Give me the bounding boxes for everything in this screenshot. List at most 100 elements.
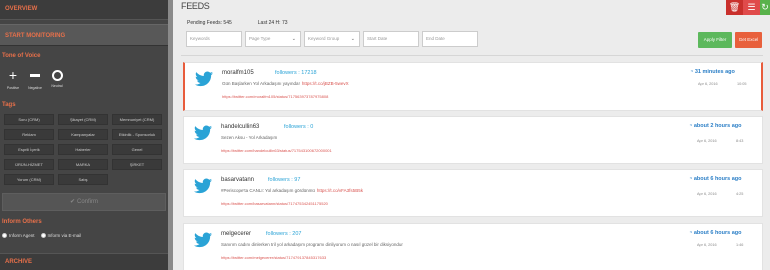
- feed-link[interactable]: https://t.co/jBZB-5wevX: [302, 81, 349, 86]
- divider: [181, 55, 763, 56]
- feed-followers: followers : 207: [266, 231, 302, 237]
- clock-icon: ◔: [690, 69, 694, 75]
- list-icon[interactable]: ☰: [743, 0, 760, 15]
- inform-agent-option[interactable]: Inform Agent: [2, 233, 35, 239]
- tag-button[interactable]: Memnuniyet (CRM): [112, 114, 162, 125]
- tone-label: Positive: [6, 86, 20, 90]
- tag-button[interactable]: Yorum (CRM): [4, 174, 54, 185]
- feed-item[interactable]: basarvatann followers : 97 #Periscope'ta…: [183, 169, 763, 217]
- filter-bar: Keywords Page Type ⌄ Keyword Group ⌄ Start…: [186, 31, 478, 47]
- tag-button[interactable]: Satış: [58, 174, 108, 185]
- apply-filter-button[interactable]: Apply Filter: [698, 32, 732, 48]
- feed-link[interactable]: https://t.co/vFA3fs5B5k: [317, 188, 363, 193]
- feed-ago: ◔ about 2 hours ago: [689, 123, 742, 129]
- page-type-select[interactable]: Page Type ⌄: [245, 31, 301, 47]
- feed-username[interactable]: basarvatann: [221, 177, 254, 183]
- sidebar: OVERVIEW START MONITORING Tone of Voice …: [0, 0, 168, 270]
- confirm-button[interactable]: ✔ Confirm: [2, 193, 166, 211]
- chevron-down-icon: ⌄: [291, 36, 296, 42]
- inform-options: Inform Agent Inform via E-mail: [2, 233, 82, 239]
- inform-email-option[interactable]: Inform via E-mail: [40, 233, 82, 239]
- tag-button[interactable]: ÜRÜN-HİZMET: [4, 159, 54, 170]
- feed-date: Apr 6, 2016: [697, 192, 717, 196]
- tag-button[interactable]: MARKA: [58, 159, 108, 170]
- tag-button[interactable]: Genel: [112, 144, 162, 155]
- feed-followers: followers : 0: [284, 124, 314, 130]
- tag-button[interactable]: Soru (CRM): [4, 114, 54, 125]
- keyword-group-select[interactable]: Keyword Group ⌄: [304, 31, 360, 47]
- radio-icon: [2, 233, 7, 239]
- nav-overview[interactable]: OVERVIEW: [0, 0, 168, 20]
- feed-followers: followers : 17218: [275, 70, 317, 76]
- twitter-bird-icon: [195, 71, 213, 87]
- minus-icon: [30, 74, 40, 77]
- feed-ago: ◔ about 6 hours ago: [689, 230, 742, 236]
- feed-item[interactable]: moralfm105 followers : 17218 Gün Başlark…: [183, 62, 763, 111]
- tag-button[interactable]: Esprili İçerik: [4, 144, 54, 155]
- feed-status-url[interactable]: https://twitter.com/handelcullin63/statu…: [221, 148, 332, 153]
- tone-neutral[interactable]: Neutral: [46, 68, 68, 90]
- tag-button[interactable]: Şikayet (CRM): [58, 114, 108, 125]
- top-actions: 🗑 ☰ ↻: [726, 0, 770, 15]
- tag-button[interactable]: ŞİRKET: [112, 159, 162, 170]
- nav-start-monitoring[interactable]: START MONITORING: [0, 24, 168, 46]
- feed-stats: Pending Feeds: 545 Last 24 H: 73: [187, 20, 288, 26]
- feed-date: Apr 6, 2016: [698, 82, 718, 86]
- feed-item[interactable]: handelcullin63 followers : 0 Sezen Aksu …: [183, 116, 763, 164]
- tone-of-voice-title: Tone of Voice: [2, 53, 41, 59]
- tag-button[interactable]: Reklam: [4, 129, 54, 140]
- tone-negative[interactable]: Negative: [24, 68, 46, 90]
- inform-email-label: Inform via E-mail: [47, 233, 82, 238]
- tone-label: Neutral: [51, 84, 63, 88]
- feed-status-url[interactable]: https://twitter.com/moralfm105/status/71…: [222, 94, 328, 99]
- feed-followers: followers : 97: [268, 177, 301, 183]
- feed-status-url[interactable]: https://twitter.com/basarvatann/status/7…: [221, 201, 328, 206]
- circle-icon: [51, 70, 63, 81]
- feed-username[interactable]: melgecerer: [221, 231, 251, 237]
- feed-time: 8:43: [736, 139, 744, 143]
- radio-icon: [40, 233, 46, 239]
- twitter-bird-icon: [194, 125, 212, 141]
- start-date-input[interactable]: Start Date: [363, 31, 419, 47]
- tone-selector: + Positive Negative Neutral: [2, 67, 68, 91]
- clock-icon: ◔: [689, 123, 693, 129]
- tag-button[interactable]: Etkinlik - Sponsorluk: [112, 129, 162, 140]
- plus-icon: +: [8, 67, 18, 83]
- feed-username[interactable]: handelcullin63: [221, 124, 259, 130]
- inform-agent-label: Inform Agent: [9, 233, 35, 238]
- tone-label: Negative: [28, 86, 42, 90]
- feed-username[interactable]: moralfm105: [222, 70, 254, 76]
- feed-ago: ◔ 31 minutes ago: [690, 69, 735, 75]
- nav-archive[interactable]: ARCHIVE: [0, 253, 168, 270]
- feed-text: #Periscope'ta CANLI: Yol arkadaşım gördü…: [221, 188, 363, 193]
- confirm-label: Confirm: [77, 199, 99, 205]
- chevron-down-icon: ⌄: [350, 36, 355, 42]
- feed-date: Apr 6, 2016: [697, 243, 717, 247]
- feed-text: Sezen Aksu - Yol Arkadaşım: [221, 135, 278, 140]
- feed-date: Apr 6, 2016: [697, 139, 717, 143]
- keywords-input[interactable]: Keywords: [186, 31, 242, 47]
- inform-others-title: Inform Others: [2, 219, 42, 225]
- tag-button[interactable]: Kampanyalar: [58, 129, 108, 140]
- check-icon: ✔: [69, 199, 75, 205]
- page-title: FEEDS: [181, 1, 210, 11]
- end-date-input[interactable]: End Date: [422, 31, 478, 47]
- clock-icon: ◔: [689, 230, 693, 236]
- tags-title: Tags: [2, 102, 16, 108]
- feed-time: 1:46: [736, 243, 744, 247]
- feed-status-url[interactable]: https://twitter.com/melgecerer/status/71…: [221, 255, 326, 260]
- get-excel-button[interactable]: Get Excel: [735, 32, 762, 48]
- feed-time: 10:05: [737, 82, 747, 86]
- pending-feeds: Pending Feeds: 545: [187, 20, 232, 26]
- twitter-bird-icon: [194, 178, 212, 194]
- feed-text: Gün Başlarken Yol Arkadaşını yayında! htt…: [222, 81, 349, 86]
- tag-button[interactable]: Haberler: [58, 144, 108, 155]
- tags-grid: Soru (CRM) Şikayet (CRM) Memnuniyet (CRM…: [4, 114, 164, 185]
- feed-item[interactable]: melgecerer followers : 207 Sanırım cadın…: [183, 223, 763, 270]
- feed-text: Sanırım cadını dinlerken tril yol arkada…: [221, 242, 403, 247]
- twitter-bird-icon: [194, 232, 212, 248]
- clock-icon: ◔: [689, 176, 693, 182]
- tone-positive[interactable]: + Positive: [2, 67, 24, 91]
- trash-icon[interactable]: 🗑: [726, 0, 743, 15]
- refresh-icon[interactable]: ↻: [760, 0, 770, 15]
